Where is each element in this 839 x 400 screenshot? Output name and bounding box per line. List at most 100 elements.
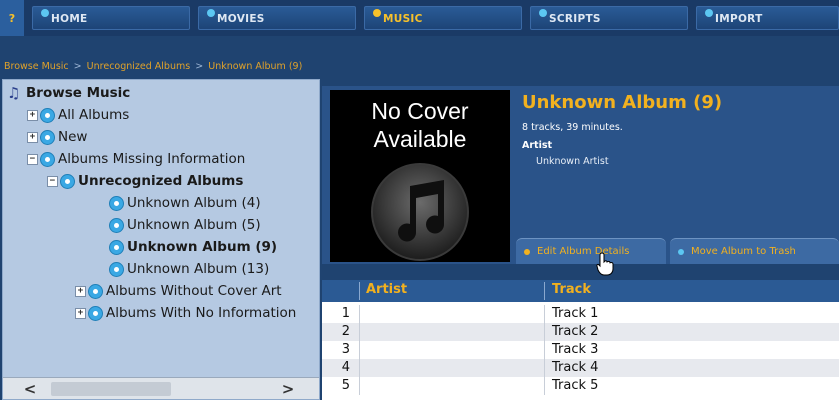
tree-item-albums-missing-information[interactable]: − Albums Missing Information bbox=[27, 148, 245, 170]
tab-import[interactable]: IMPORT bbox=[696, 6, 839, 30]
collapse-icon[interactable]: − bbox=[27, 153, 38, 165]
tree-item-label: Unknown Album (4) bbox=[127, 195, 261, 211]
music-note-icon bbox=[371, 163, 469, 261]
cell-divider bbox=[544, 359, 545, 377]
artist-heading: Artist bbox=[522, 140, 553, 151]
cell-divider bbox=[544, 323, 545, 341]
browse-tree-panel: ♫ Browse Music + All Albums + New − Albu… bbox=[2, 79, 320, 400]
cell-divider bbox=[544, 305, 545, 323]
tab-dot-icon bbox=[373, 9, 381, 17]
album-cover-placeholder: No Cover Available bbox=[330, 90, 510, 262]
tab-movies[interactable]: MOVIES bbox=[198, 6, 356, 30]
move-album-to-trash-button[interactable]: Move Album to Trash bbox=[670, 238, 839, 264]
disc-icon bbox=[109, 195, 124, 211]
move-album-to-trash-label: Move Album to Trash bbox=[691, 246, 796, 257]
cell-divider bbox=[359, 305, 360, 323]
row-track: Track 3 bbox=[552, 342, 599, 357]
tab-music[interactable]: MUSIC bbox=[364, 6, 522, 30]
scrollbar-thumb[interactable] bbox=[51, 382, 171, 396]
table-row[interactable]: 5 Track 5 bbox=[322, 377, 839, 395]
track-table: Artist Track 1 Track 1 2 Track 2 3 Track… bbox=[322, 280, 839, 400]
artist-value: Unknown Artist bbox=[536, 156, 609, 167]
breadcrumb-browse-music[interactable]: Browse Music bbox=[4, 61, 69, 72]
tree-item-unknown-album-13[interactable]: Unknown Album (13) bbox=[109, 258, 269, 280]
breadcrumb-separator: > bbox=[195, 61, 204, 72]
row-track: Track 1 bbox=[552, 306, 599, 321]
cell-divider bbox=[359, 359, 360, 377]
tab-dot-icon bbox=[539, 9, 547, 17]
edit-album-details-label: Edit Album Details bbox=[537, 246, 630, 257]
breadcrumb-unrecognized-albums[interactable]: Unrecognized Albums bbox=[87, 61, 191, 72]
tab-label: SCRIPTS bbox=[549, 13, 601, 25]
tab-dot-icon bbox=[207, 9, 215, 17]
expand-icon[interactable]: + bbox=[27, 131, 38, 143]
breadcrumb: Browse Music > Unrecognized Albums > Unk… bbox=[4, 61, 302, 72]
row-number: 2 bbox=[341, 324, 350, 339]
disc-icon bbox=[60, 173, 75, 189]
row-number: 3 bbox=[341, 342, 350, 357]
row-track: Track 5 bbox=[552, 378, 599, 393]
disc-icon bbox=[40, 107, 55, 123]
expand-icon[interactable]: + bbox=[27, 109, 38, 121]
tree-root-label: Browse Music bbox=[26, 85, 131, 101]
disc-icon bbox=[88, 283, 103, 299]
column-header-track[interactable]: Track bbox=[552, 282, 591, 297]
table-row[interactable]: 1 Track 1 bbox=[322, 305, 839, 323]
scroll-right-icon[interactable]: > bbox=[279, 380, 297, 398]
expand-icon[interactable]: + bbox=[75, 285, 86, 297]
album-title: Unknown Album (9) bbox=[522, 92, 723, 113]
table-row[interactable]: 3 Track 3 bbox=[322, 341, 839, 359]
cell-divider bbox=[359, 377, 360, 395]
disc-icon bbox=[40, 129, 55, 145]
collapse-icon[interactable]: − bbox=[47, 175, 58, 187]
breadcrumb-separator: > bbox=[73, 61, 82, 72]
help-icon: ? bbox=[8, 11, 16, 25]
cell-divider bbox=[359, 323, 360, 341]
tree-item-label: Albums Without Cover Art bbox=[106, 283, 282, 299]
cell-divider bbox=[544, 341, 545, 359]
tree-item-unknown-album-4[interactable]: Unknown Album (4) bbox=[109, 192, 261, 214]
scroll-left-icon[interactable]: < bbox=[21, 380, 39, 398]
tree-item-label: New bbox=[58, 129, 88, 145]
music-note-icon: ♫ bbox=[7, 84, 21, 102]
expand-icon[interactable]: + bbox=[75, 307, 86, 319]
tree-item-new[interactable]: + New bbox=[27, 126, 87, 148]
column-divider bbox=[544, 282, 545, 300]
disc-icon bbox=[109, 261, 124, 277]
tree-root-browse-music[interactable]: ♫ Browse Music bbox=[7, 82, 130, 104]
tab-label: IMPORT bbox=[715, 13, 763, 25]
tab-home[interactable]: HOME bbox=[32, 6, 190, 30]
tree-item-label: All Albums bbox=[58, 107, 130, 123]
tree-item-unknown-album-5[interactable]: Unknown Album (5) bbox=[109, 214, 261, 236]
column-divider bbox=[359, 282, 360, 300]
cover-text-line1: No Cover bbox=[371, 98, 469, 124]
tab-dot-icon bbox=[41, 9, 49, 17]
tree-item-label: Albums With No Information bbox=[106, 305, 297, 321]
tree-item-unrecognized-albums[interactable]: − Unrecognized Albums bbox=[47, 170, 243, 192]
table-row[interactable]: 4 Track 4 bbox=[322, 359, 839, 377]
column-header-artist[interactable]: Artist bbox=[366, 282, 407, 297]
table-row[interactable]: 2 Track 2 bbox=[322, 323, 839, 341]
tree-item-label: Albums Missing Information bbox=[58, 151, 246, 167]
tab-label: MOVIES bbox=[217, 13, 265, 25]
tree-item-label: Unknown Album (9) bbox=[127, 239, 278, 255]
tab-scripts[interactable]: SCRIPTS bbox=[530, 6, 688, 30]
tree-item-albums-with-no-information[interactable]: + Albums With No Information bbox=[75, 302, 296, 324]
tab-label: MUSIC bbox=[383, 13, 423, 25]
breadcrumb-current: Unknown Album (9) bbox=[208, 61, 303, 72]
row-number: 4 bbox=[341, 360, 350, 375]
help-button[interactable]: ? bbox=[0, 0, 24, 36]
tree-item-unknown-album-9[interactable]: Unknown Album (9) bbox=[109, 236, 277, 258]
disc-icon bbox=[88, 305, 103, 321]
album-meta: 8 tracks, 39 minutes. bbox=[522, 122, 623, 133]
tree-item-label: Unknown Album (5) bbox=[127, 217, 261, 233]
edit-album-details-button[interactable]: Edit Album Details bbox=[516, 238, 666, 264]
tab-label: HOME bbox=[51, 13, 88, 25]
cover-text-line2: Available bbox=[373, 126, 467, 152]
row-track: Track 2 bbox=[552, 324, 599, 339]
disc-icon bbox=[109, 217, 124, 233]
tree-item-all-albums[interactable]: + All Albums bbox=[27, 104, 129, 126]
horizontal-scrollbar[interactable]: < > bbox=[3, 377, 319, 399]
cell-divider bbox=[544, 377, 545, 395]
tree-item-albums-without-cover-art[interactable]: + Albums Without Cover Art bbox=[75, 280, 282, 302]
